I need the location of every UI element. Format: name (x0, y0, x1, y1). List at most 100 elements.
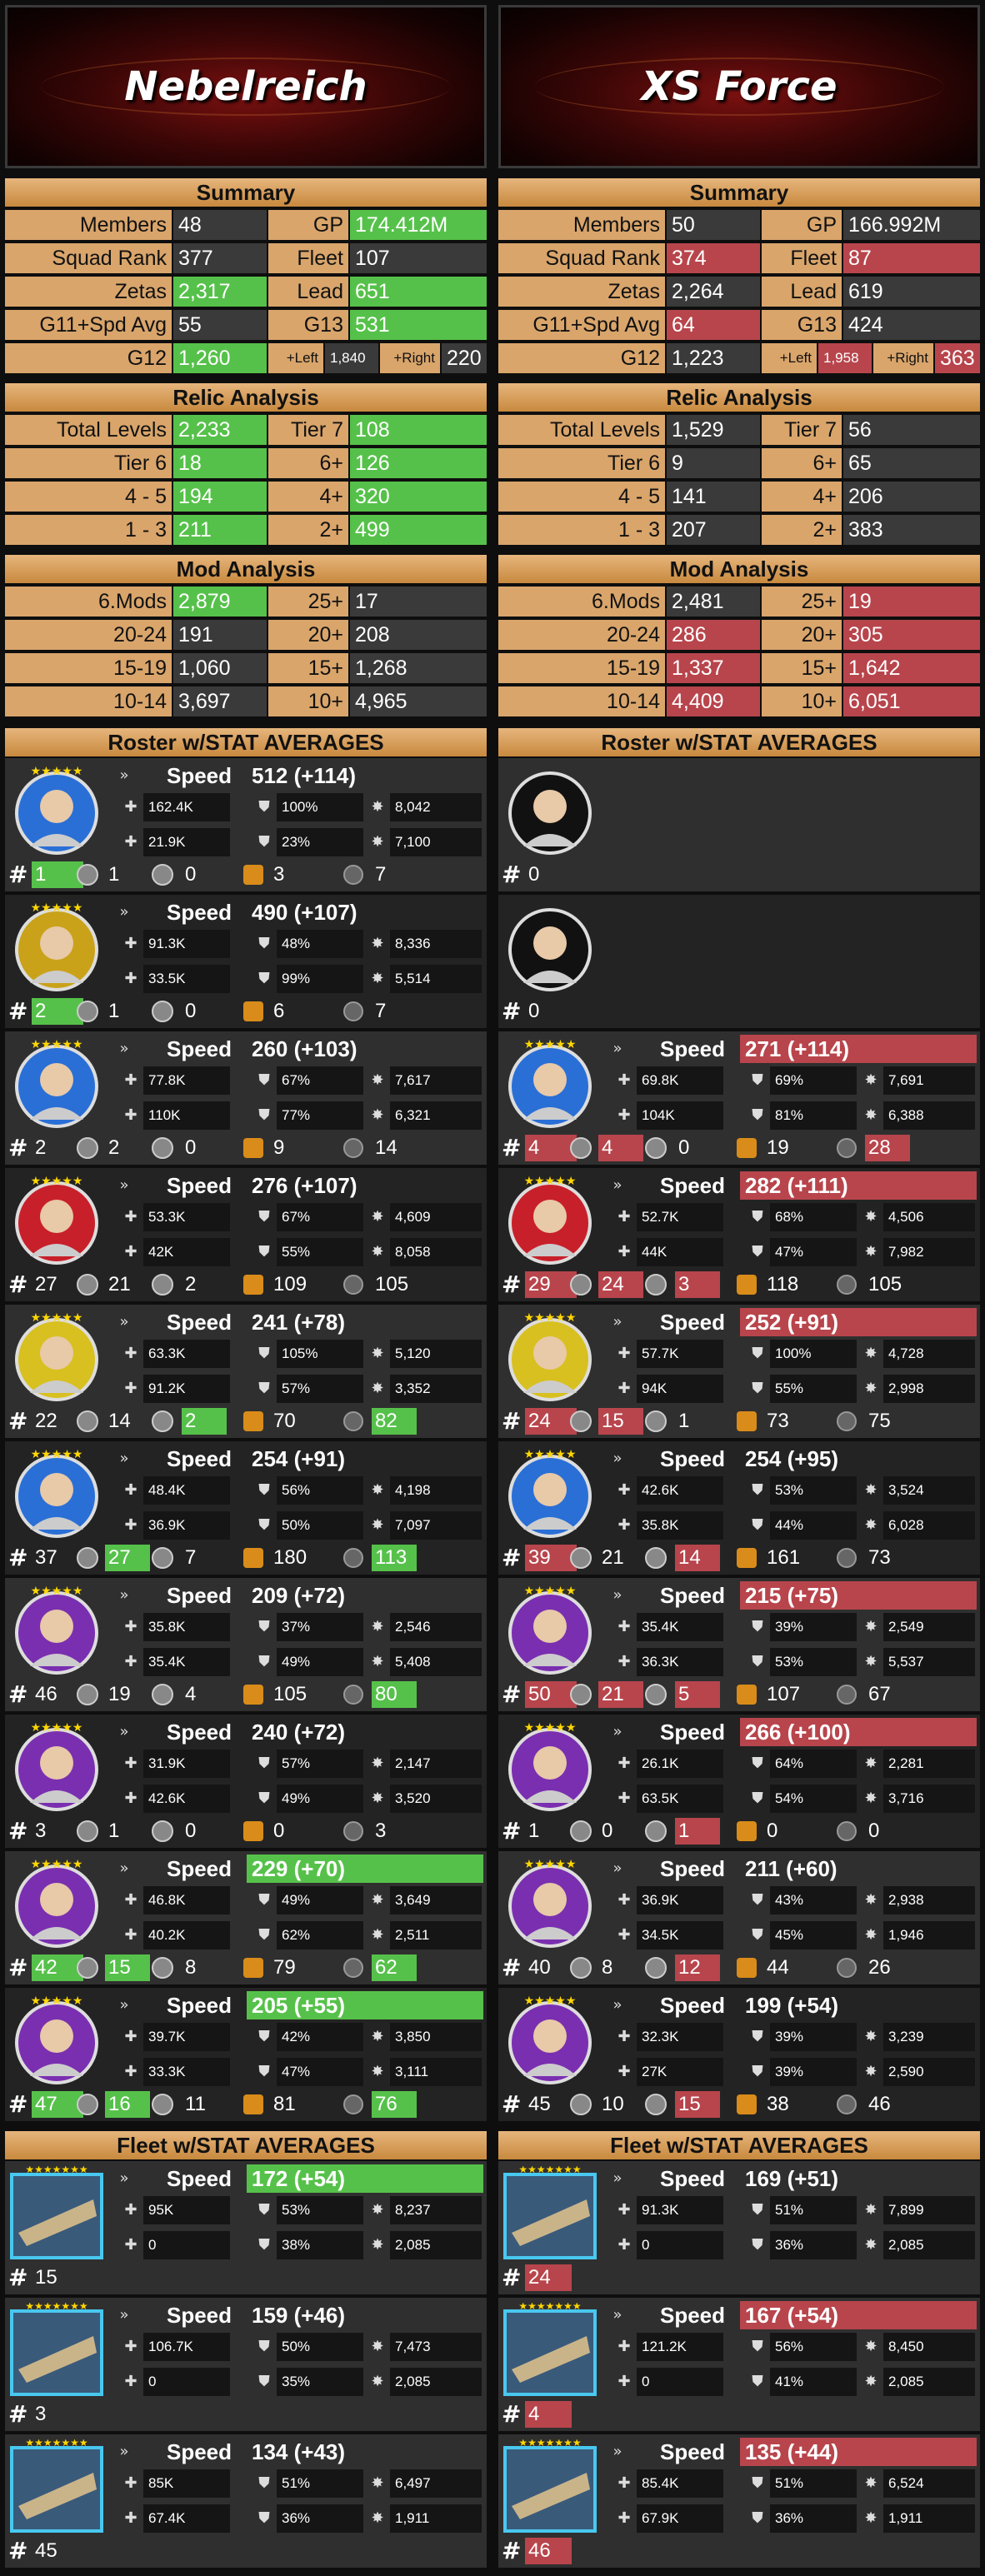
right-count-relic: 1 (675, 1818, 720, 1845)
right-character-mini-icon (645, 2094, 667, 2115)
left-offense-icon: ✸ (371, 2063, 384, 2080)
left-potency-icon: ⛊ (258, 1790, 270, 1807)
right-zeta-icon (737, 1821, 757, 1841)
right-count-relic: 12 (675, 1954, 720, 1981)
right-character-mini-icon (570, 1820, 592, 1842)
right-character-portrait: ★★★★★ (503, 1310, 597, 1403)
left-speed-row: » Speed 260 (+103) (113, 1035, 483, 1063)
right-stat-e: 81% (770, 1101, 857, 1130)
left-character-mini-icon (152, 1410, 173, 1432)
left-roster-count-row: #1 1 0 3 7 (5, 861, 487, 890)
right-count-owned: 1 (528, 1820, 540, 1842)
left-zeta-icon (243, 1275, 263, 1295)
left-count-owned: 42 (32, 1954, 83, 1981)
right-character-portrait: ★★★★★ (503, 1583, 597, 1676)
left-speed-label: Speed (167, 2166, 232, 2191)
left-mods-row: 6.Mods 2,879 25+ 17 (5, 585, 487, 618)
right-potency-icon: ⛊ (752, 1926, 763, 1944)
right-fleet-count-row: #24 (498, 2264, 980, 2293)
right-offense-icon: ✸ (864, 1755, 878, 1772)
left-relic-row: Total Levels 2,233 Tier 7 108 (5, 413, 487, 447)
right-potency-icon: ⛊ (752, 2201, 763, 2219)
right-fleet-count-row: #4 (498, 2401, 980, 2429)
left-zeta-icon (243, 2094, 263, 2114)
left-ship-count: 3 (35, 2403, 47, 2425)
right-mods-value: 1,642 (843, 653, 980, 683)
right-speed-value: 271 (+114) (740, 1035, 977, 1063)
right-relic-label: 4+ (762, 482, 842, 512)
right-roster-count-row: #24 15 1 73 75 (498, 1408, 980, 1436)
left-stat-f: 2,085 (390, 2368, 482, 2396)
right-omega-icon (837, 2094, 857, 2114)
left-stat-d: 0 (143, 2231, 230, 2259)
right-offense-icon: ✸ (864, 1516, 878, 1534)
left-stat-f: 6,321 (390, 1101, 482, 1130)
left-speed-label: Speed (167, 1036, 232, 1061)
left-stat-b: 56% (277, 1476, 363, 1505)
left-relic-row: 1 - 3 211 2+ 499 (5, 513, 487, 547)
left-offense-icon: ✸ (371, 1926, 384, 1944)
left-character-mini-icon (152, 1957, 173, 1979)
left-offense-icon: ✸ (371, 1071, 384, 1089)
right-health-icon: ✚ (618, 1208, 631, 1226)
right-summary-label-left: +Left (762, 343, 817, 373)
left-health-icon: ✚ (124, 2063, 138, 2080)
left-count-zeta: 180 (273, 1546, 308, 1569)
left-stat-a: 85K (143, 2469, 230, 2498)
left-speed-label: Speed (167, 1993, 232, 2018)
left-character-portrait: ★★★★★ (10, 1036, 103, 1130)
right-owned-count: 0 (528, 863, 540, 886)
left-omega-icon (343, 865, 363, 885)
left-speed-value: 205 (+55) (247, 1991, 483, 2019)
left-count-relic: 0 (185, 1136, 197, 1159)
left-stat-c: 7,617 (390, 1066, 482, 1095)
left-hash-icon: # (8, 1407, 28, 1435)
right-potency-icon: ⛊ (752, 2509, 763, 2527)
right-stat-a: 69.8K (637, 1066, 723, 1095)
left-fleet-count-row: #3 (5, 2401, 487, 2429)
left-speed-row: » Speed 172 (+54) (113, 2164, 483, 2193)
left-summary-value-zetas: 2,317 (173, 277, 267, 307)
right-stat-b: 39% (770, 1613, 857, 1641)
right-relic-value: 1,529 (667, 415, 760, 445)
right-speed-row: » Speed 215 (+75) (607, 1581, 977, 1610)
left-count-omega: 14 (375, 1136, 398, 1159)
left-count-gear: 21 (108, 1273, 131, 1295)
right-fleet-ship: ★★★★★★★ » Speed 135 (+44) ✚ 85.4K ⛊ 51% ✸ 6,524 ✚ 6… (498, 2434, 980, 2568)
right-roster-character: #0 (498, 895, 980, 1028)
right-health-icon: ✚ (618, 2373, 631, 2390)
right-stat-b: 69% (770, 1066, 857, 1095)
svg-text:★★★★★★★: ★★★★★★★ (25, 2166, 88, 2175)
right-summary-value-squad_rank: 374 (667, 243, 760, 273)
right-health-icon: ✚ (618, 1106, 631, 1124)
svg-text:★★★★★★★: ★★★★★★★ (518, 2166, 581, 2175)
right-stat-e: 41% (770, 2368, 857, 2396)
right-stat-f: 3,716 (883, 1785, 975, 1813)
right-character-mini-icon (570, 2094, 592, 2115)
left-stat-f: 3,520 (390, 1785, 482, 1813)
right-potency-icon: ⛊ (752, 1106, 763, 1124)
svg-text:★★★★★: ★★★★★ (31, 1038, 83, 1051)
right-speed-row: » Speed 254 (+95) (607, 1445, 977, 1473)
left-count-zeta: 105 (273, 1683, 308, 1705)
right-character-portrait: ★★★★★ (503, 1036, 597, 1130)
right-mods-row: 10-14 4,409 10+ 6,051 (498, 685, 980, 718)
left-stat-c: 8,042 (390, 793, 482, 821)
right-health-icon: ✚ (618, 1380, 631, 1397)
left-count-zeta: 79 (273, 1956, 296, 1979)
left-stat-c: 3,649 (390, 1886, 482, 1915)
left-speed-label: Speed (167, 1856, 232, 1881)
left-count-zeta: 70 (273, 1410, 296, 1432)
left-character-mini-icon (152, 1001, 173, 1022)
left-fleet-header: Fleet w/STAT AVERAGES (5, 2131, 487, 2159)
left-stat-a: 31.9K (143, 1750, 230, 1778)
left-count-omega: 82 (372, 1408, 417, 1435)
right-stat-c: 2,938 (883, 1886, 975, 1915)
left-character-mini-icon (152, 1820, 173, 1842)
left-summary-header: Summary (5, 178, 487, 207)
right-count-gear: 21 (598, 1681, 643, 1708)
left-mods-label: 6.Mods (5, 587, 172, 617)
right-ship-portrait: ★★★★★★★ (503, 2300, 597, 2396)
left-summary-value-members: 48 (173, 210, 267, 240)
left-character-portrait: ★★★★★ (10, 763, 103, 856)
